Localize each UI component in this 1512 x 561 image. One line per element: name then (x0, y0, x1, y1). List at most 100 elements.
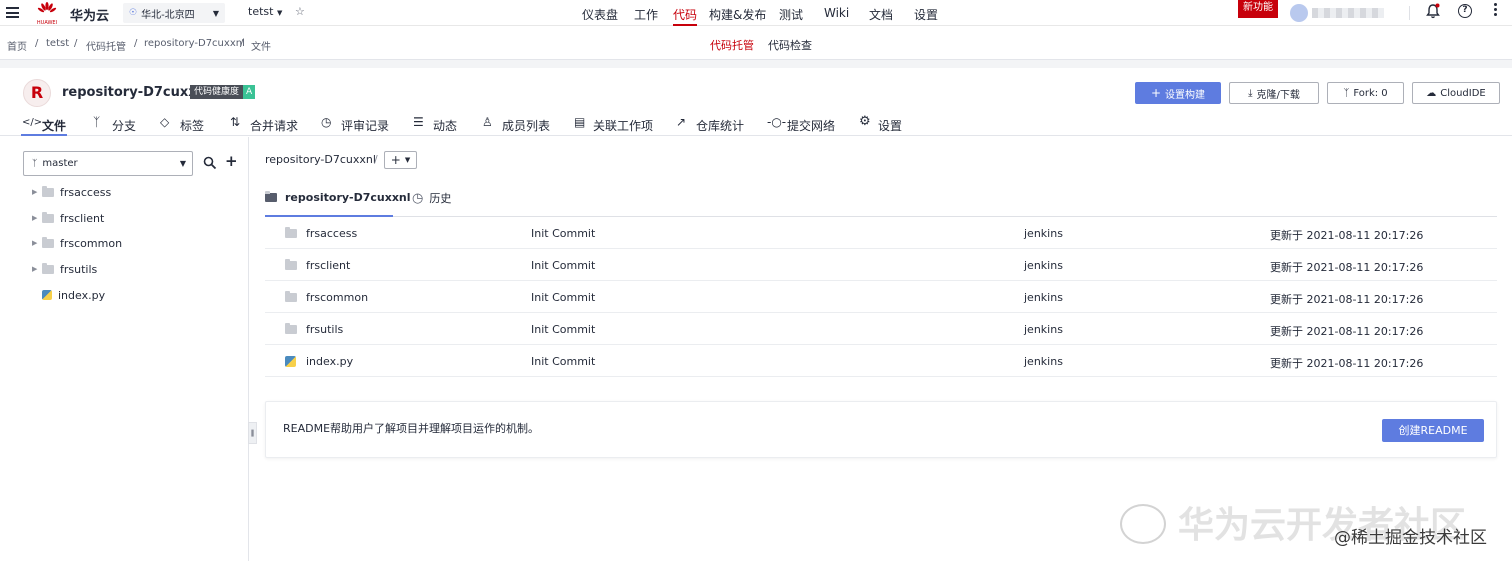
chevron-down-icon: ▼ (404, 156, 411, 164)
huawei-logo-icon[interactable]: HUAWEI (36, 2, 58, 26)
download-icon: ⤓ (1248, 87, 1253, 99)
path-separator: / (374, 153, 378, 166)
cloudide-button[interactable]: ☁ CloudIDE (1412, 82, 1500, 104)
nav-settings[interactable]: 设置 (914, 6, 938, 23)
table-row[interactable]: frsaccess Init Commit jenkins 更新于 2021-0… (265, 217, 1497, 249)
breadcrumb-project[interactable]: tetst (46, 38, 69, 49)
file-name[interactable]: frscommon (306, 291, 368, 304)
tab-files[interactable]: 文件 (42, 117, 66, 134)
tab-repo-stats[interactable]: 仓库统计 (696, 117, 744, 134)
table-row[interactable]: frsutils Init Commit jenkins 更新于 2021-08… (265, 313, 1497, 345)
nav-code[interactable]: 代码 (673, 6, 697, 23)
breadcrumb-home[interactable]: 首页 (7, 38, 27, 53)
search-icon[interactable] (203, 156, 217, 170)
tree-folder-frsaccess[interactable]: ▶ frsaccess (32, 181, 111, 203)
branch-selector[interactable]: ᛉ master ▼ (23, 151, 193, 176)
location-pin-icon: ☉ (129, 8, 138, 18)
updated-time: 更新于 2021-08-11 20:17:26 (1270, 357, 1424, 370)
tree-item-label: frsclient (60, 211, 105, 225)
help-icon[interactable]: ? (1458, 4, 1472, 18)
breadcrumb-bar: 首页 / tetst / 代码托管 / repository-D7cuxxnl … (0, 26, 1512, 60)
tab-review-records[interactable]: 评审记录 (341, 117, 389, 134)
review-icon: ◷ (321, 115, 332, 129)
tab-repo-files[interactable]: repository-D7cuxxnl (265, 191, 411, 204)
add-file-icon[interactable]: + (225, 152, 238, 170)
region-selector[interactable]: ☉ 华北-北京四 ▼ (123, 3, 225, 23)
clone-download-button[interactable]: ⤓ 克隆/下载 (1229, 82, 1319, 104)
commit-author: jenkins (1024, 259, 1063, 272)
code-health-grade: A (243, 85, 256, 99)
table-row[interactable]: frscommon Init Commit jenkins 更新于 2021-0… (265, 281, 1497, 313)
tab-tags[interactable]: 标签 (180, 117, 204, 134)
tab-linked-work-items[interactable]: 关联工作项 (593, 117, 653, 134)
bell-icon[interactable] (1426, 3, 1440, 19)
fork-button[interactable]: ᛉ Fork: 0 (1327, 82, 1404, 104)
tab-activity[interactable]: 动态 (433, 117, 457, 134)
project-selector[interactable]: tetst ▼ (248, 5, 282, 18)
tree-folder-frsutils[interactable]: ▶ frsutils (32, 258, 97, 280)
nav-docs[interactable]: 文档 (869, 6, 893, 23)
user-name-blurred[interactable] (1312, 8, 1384, 18)
divider (1409, 6, 1410, 20)
create-readme-button[interactable]: 创建README (1382, 419, 1484, 442)
commit-message[interactable]: Init Commit (531, 323, 595, 336)
commit-message[interactable]: Init Commit (531, 291, 595, 304)
tab-history[interactable]: ◷ 历史 (412, 190, 451, 206)
more-icon[interactable] (1494, 3, 1497, 16)
caret-right-icon: ▶ (32, 239, 38, 247)
create-readme-label: 创建README (1398, 424, 1468, 437)
tree-file-index-py[interactable]: index.py (42, 284, 105, 306)
caret-right-icon: ▶ (32, 188, 38, 196)
nav-build-release[interactable]: 构建&发布 (709, 6, 766, 23)
tree-item-label: index.py (58, 288, 106, 302)
path-root[interactable]: repository-D7cuxxnl (265, 153, 376, 166)
tab-settings[interactable]: 设置 (878, 117, 902, 134)
setup-build-button[interactable]: + 设置构建 (1135, 82, 1221, 104)
table-row[interactable]: index.py Init Commit jenkins 更新于 2021-08… (265, 345, 1497, 377)
file-name[interactable]: frsclient (306, 259, 350, 272)
folder-icon (42, 185, 54, 197)
commit-message[interactable]: Init Commit (531, 227, 595, 240)
file-name[interactable]: index.py (306, 355, 353, 368)
nav-work[interactable]: 工作 (634, 6, 658, 23)
tree-folder-frsclient[interactable]: ▶ frsclient (32, 207, 104, 229)
breadcrumb-code-hosting[interactable]: 代码托管 (86, 38, 126, 53)
sidebar-collapse-handle[interactable]: ❚ (248, 422, 257, 444)
nav-dashboard[interactable]: 仪表盘 (582, 6, 618, 23)
code-health-label: 代码健康度 (190, 85, 244, 99)
nav-wiki[interactable]: Wiki (824, 6, 849, 20)
tab-branches[interactable]: 分支 (112, 117, 136, 134)
tree-item-label: frsaccess (60, 185, 112, 199)
file-name[interactable]: frsutils (306, 323, 343, 336)
subnav-code-hosting[interactable]: 代码托管 (710, 37, 754, 53)
breadcrumb-separator: / (134, 38, 138, 49)
breadcrumb-files: 文件 (251, 42, 271, 53)
breadcrumb-repo[interactable]: repository-D7cuxxnl (144, 38, 245, 49)
breadcrumb-separator: / (240, 38, 244, 49)
path-add-dropdown[interactable]: + ▼ (384, 151, 417, 169)
tree-item-label: frscommon (60, 236, 123, 250)
plus-icon: + (390, 153, 401, 167)
hamburger-menu-icon[interactable] (6, 7, 19, 18)
python-file-icon (285, 356, 296, 367)
tab-merge-requests[interactable]: 合并请求 (250, 117, 298, 134)
commit-message[interactable]: Init Commit (531, 355, 595, 368)
code-health-badge[interactable]: 代码健康度 A (190, 85, 256, 99)
setup-build-label: 设置构建 (1165, 89, 1206, 101)
folder-icon (42, 236, 54, 248)
user-avatar[interactable] (1290, 4, 1308, 22)
tab-commit-network[interactable]: 提交网络 (787, 117, 835, 134)
file-name[interactable]: frsaccess (306, 227, 357, 240)
subnav-code-check[interactable]: 代码检查 (768, 37, 812, 53)
tree-folder-frscommon[interactable]: ▶ frscommon (32, 232, 122, 254)
caret-right-icon: ▶ (32, 214, 38, 222)
commit-message[interactable]: Init Commit (531, 259, 595, 272)
folder-icon (42, 262, 54, 274)
tab-members[interactable]: 成员列表 (502, 117, 550, 134)
nav-test[interactable]: 测试 (779, 6, 803, 23)
star-icon[interactable]: ☆ (295, 5, 305, 18)
dropdown-arrow-icon: ▼ (179, 159, 186, 168)
commit-author: jenkins (1024, 291, 1063, 304)
new-feature-badge[interactable]: 新功能 (1238, 0, 1278, 18)
table-row[interactable]: frsclient Init Commit jenkins 更新于 2021-0… (265, 249, 1497, 281)
